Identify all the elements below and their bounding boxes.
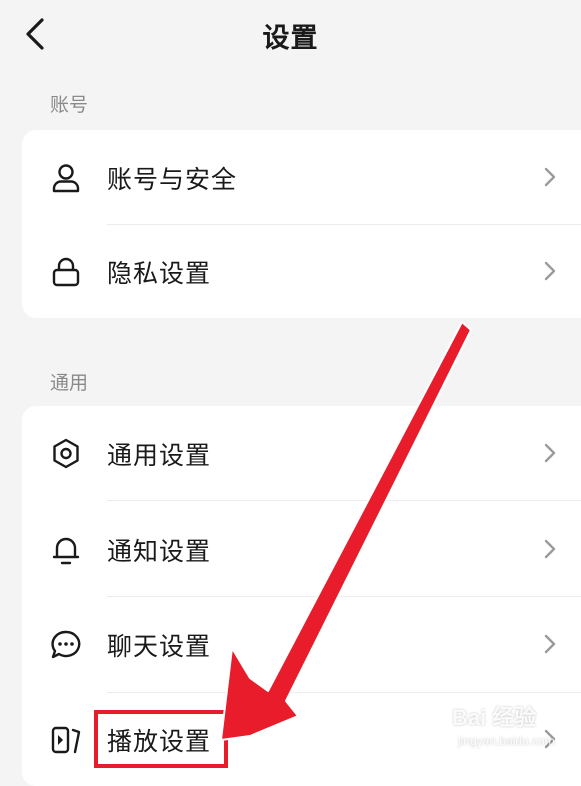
settings-item-label: 隐私设置 (107, 259, 212, 288)
chevron-right-icon (544, 539, 556, 559)
settings-item-notifications[interactable]: 通知设置 (22, 502, 581, 596)
section-label-general: 通用 (50, 372, 89, 394)
page-title: 设置 (262, 23, 319, 54)
watermark-url: jingyan.baidu.com (458, 734, 555, 748)
settings-item-label: 聊天设置 (107, 632, 212, 661)
chat-bubble-icon (51, 630, 81, 659)
settings-item-privacy[interactable]: 隐私设置 (22, 224, 581, 318)
settings-item-general[interactable]: 通用设置 (22, 406, 581, 500)
settings-item-account-security[interactable]: 账号与安全 (22, 130, 581, 224)
chevron-right-icon (544, 167, 556, 187)
account-card: 账号与安全 隐私设置 (22, 130, 581, 318)
section-label-account: 账号 (50, 94, 89, 116)
lock-icon (52, 257, 80, 287)
divider (107, 500, 581, 501)
annotation-highlight-box (94, 710, 228, 768)
top-bar: 设置 (0, 0, 581, 72)
settings-item-chat[interactable]: 聊天设置 (22, 597, 581, 691)
chevron-right-icon (544, 261, 556, 281)
play-icon (51, 726, 81, 754)
settings-item-label: 通用设置 (107, 441, 212, 470)
user-icon (52, 164, 80, 193)
chevron-right-icon (544, 634, 556, 654)
chevron-right-icon (544, 443, 556, 463)
settings-item-label: 账号与安全 (107, 165, 238, 194)
bell-icon (52, 537, 80, 565)
watermark-logo: Bai 经验 (452, 705, 537, 730)
gear-icon (53, 438, 79, 469)
settings-item-label: 通知设置 (107, 537, 212, 566)
